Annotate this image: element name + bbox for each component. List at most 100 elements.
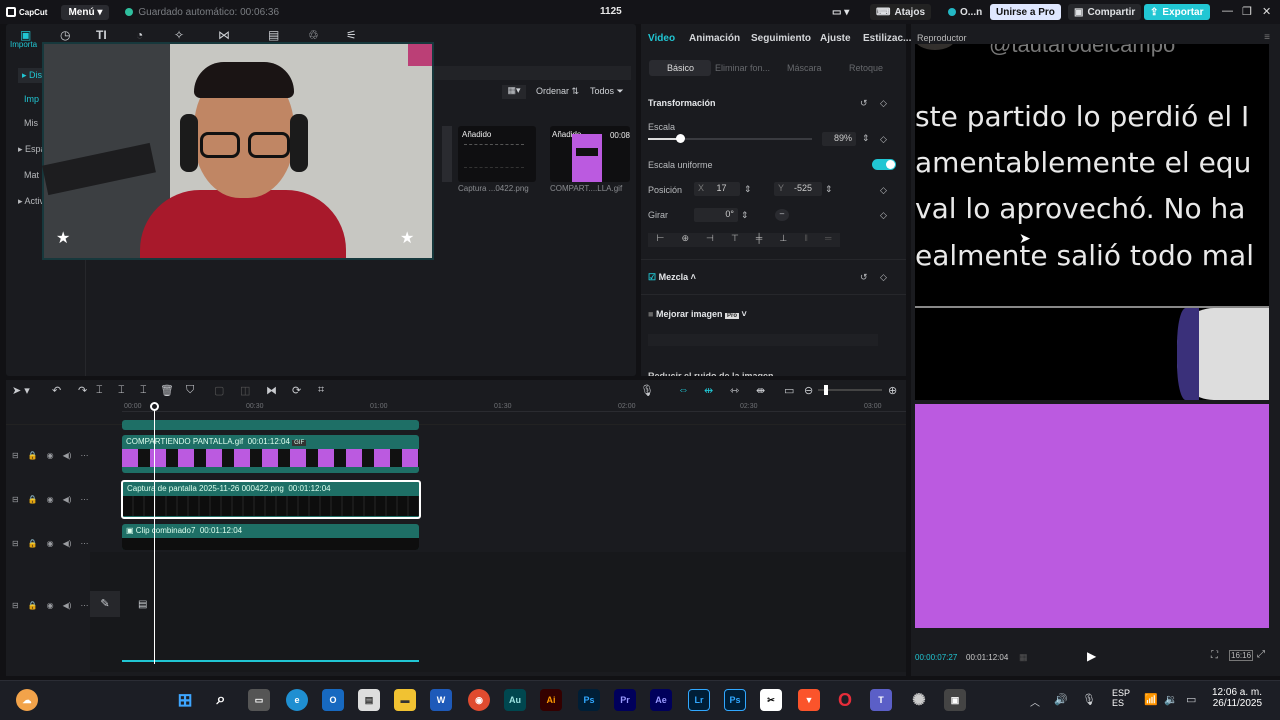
audio-tab-icon[interactable]: ◷ — [60, 28, 70, 42]
sort-button[interactable]: Ordenar ⇅ — [536, 86, 579, 97]
minimize-icon[interactable]: — — [1222, 5, 1233, 17]
language-indicator[interactable]: ESP ES — [1112, 688, 1130, 708]
reset-icon[interactable]: ↺ — [860, 272, 868, 283]
opera-icon[interactable]: O — [834, 689, 856, 711]
search-icon[interactable]: ⌕ — [210, 689, 232, 711]
keyframe-icon[interactable]: ◇ — [880, 272, 887, 283]
menu-button[interactable]: Menú ▾ — [61, 4, 110, 20]
stickers-tab-icon[interactable]: ◔ — [136, 28, 143, 42]
edit-cover-icon[interactable]: ✎ — [90, 591, 120, 617]
view-toggle-icon[interactable]: ▦▾ — [502, 85, 526, 99]
align-right-icon[interactable]: ⊣ — [706, 233, 714, 247]
track-toggle-icon[interactable]: ⊟ — [12, 495, 19, 504]
shortcuts-button[interactable]: ⌨ Atajos — [870, 4, 931, 20]
lock-icon[interactable]: 🔒 — [28, 539, 38, 548]
lock-icon[interactable]: 🔒 — [28, 495, 38, 504]
eye-icon[interactable]: ◉ — [47, 495, 54, 504]
filters-tab-icon[interactable]: ♲ — [308, 28, 319, 42]
align-center-icon[interactable]: ⊕ — [681, 233, 689, 247]
split-right-icon[interactable]: ⌶ — [140, 384, 147, 397]
reset-icon[interactable]: ↺ — [860, 98, 868, 109]
tray-chevron-icon[interactable]: ︿ — [1030, 694, 1040, 709]
timeline-clip-gif[interactable]: COMPARTIENDO PANTALLA.gif 00:01:12:04 GI… — [122, 435, 419, 473]
linkage-icon[interactable]: ⇿ — [730, 384, 739, 397]
close-icon[interactable]: ✕ — [1262, 5, 1271, 18]
teams-icon[interactable]: T — [870, 689, 892, 711]
tab-stylize[interactable]: Estilizac... — [863, 33, 911, 44]
rotate-field[interactable]: 0° — [694, 208, 738, 222]
subtab-mask[interactable]: Máscara — [787, 63, 822, 73]
stepper-icon[interactable]: ⇕ — [741, 210, 749, 221]
join-pro-button[interactable]: Unirse a Pro — [990, 4, 1061, 20]
undo-icon[interactable]: ↶ — [52, 384, 61, 397]
more-icon[interactable]: ⋯ — [80, 539, 88, 548]
preview-axis-icon[interactable]: ⇼ — [756, 384, 765, 397]
mic-icon[interactable]: 🎙 — [1082, 693, 1096, 706]
playhead-handle[interactable] — [150, 402, 159, 411]
more-icon[interactable]: ⋯ — [80, 495, 88, 504]
keyframe-icon[interactable]: ◇ — [880, 185, 887, 196]
fullscreen-icon[interactable]: ⤢ — [1257, 649, 1265, 660]
position-x-field[interactable]: X 17 — [694, 182, 740, 196]
stepper-icon[interactable]: ⇕ — [862, 133, 870, 144]
keyframe-icon[interactable]: ◇ — [880, 134, 887, 145]
freeze-icon[interactable]: ▢ — [214, 384, 224, 397]
eye-icon[interactable]: ◉ — [47, 601, 54, 610]
effects-tab-icon[interactable]: ✧ — [174, 28, 184, 42]
zoom-out-icon[interactable]: ⊖ — [804, 384, 813, 397]
sidebar-item-material[interactable]: Mat — [24, 170, 39, 180]
align-top-icon[interactable]: ⊤ — [731, 233, 739, 247]
media-thumb-gif[interactable]: Añadido 00:08 — [550, 126, 630, 182]
keyframe-icon[interactable]: ◇ — [880, 210, 887, 221]
adjust-tab-icon[interactable]: ⚟ — [346, 28, 357, 42]
redo-icon[interactable]: ↷ — [78, 384, 87, 397]
keyframe-icon[interactable]: ◇ — [880, 98, 887, 109]
zoom-slider[interactable] — [818, 385, 882, 395]
rotate-dial-icon[interactable]: – — [775, 209, 789, 221]
scale-slider[interactable] — [648, 134, 812, 143]
delete-icon[interactable]: 🗑 — [160, 384, 174, 397]
eye-icon[interactable]: ◉ — [47, 539, 54, 548]
maximize-icon[interactable]: ❐ — [1242, 5, 1252, 18]
checkbox-icon[interactable]: ☑ — [648, 272, 656, 282]
weather-icon[interactable]: ☁ — [16, 689, 38, 711]
split-left-icon[interactable]: ⌶ — [118, 384, 125, 397]
tab-video[interactable]: Video — [648, 33, 675, 44]
main-track-magnet-icon[interactable]: ⇔ — [678, 384, 689, 396]
text-tab-icon[interactable]: TI — [96, 28, 107, 42]
align-left-icon[interactable]: ⊢ — [657, 233, 665, 247]
folder-icon[interactable]: ▬ — [394, 689, 416, 711]
eye-icon[interactable]: ◉ — [47, 451, 54, 460]
lock-icon[interactable]: 🔒 — [28, 601, 38, 610]
mirror-icon[interactable]: ⧓ — [266, 384, 277, 397]
brave-icon[interactable]: ▼ — [798, 689, 820, 711]
word-icon[interactable]: W — [430, 689, 452, 711]
subtab-basic[interactable]: Básico — [667, 63, 694, 73]
lightroom-icon[interactable]: Lr — [688, 689, 710, 711]
track-toggle-icon[interactable]: ⊟ — [12, 539, 19, 548]
clock[interactable]: 12:06 a. m. 26/11/2025 — [1212, 687, 1262, 709]
noise-reduction-section[interactable]: Reducir el ruido de la imagen — [648, 367, 774, 376]
chrome-icon[interactable]: ◉ — [468, 689, 490, 711]
crop-icon[interactable]: ⌗ — [318, 384, 324, 397]
position-y-field[interactable]: Y -525 — [774, 182, 822, 196]
sidebar-item-assets[interactable]: ▸ Activ — [18, 196, 44, 207]
layout-icon[interactable]: ▭ ▾ — [826, 4, 855, 20]
premiere-icon[interactable]: Pr — [614, 689, 636, 711]
audio-icon[interactable]: ◀) — [63, 451, 72, 460]
subtab-remove-bg[interactable]: Eliminar fon... — [715, 63, 770, 73]
playhead[interactable] — [154, 406, 155, 664]
photoshop-icon[interactable]: Ps — [578, 689, 600, 711]
blend-section[interactable]: ☑ Mezcla ˄ — [648, 272, 696, 283]
speaker-icon[interactable]: 🔊 — [1054, 693, 1068, 706]
filter-button[interactable]: Todos ⏷ — [590, 86, 624, 97]
uniform-scale-toggle[interactable] — [872, 159, 896, 170]
subtab-retouch[interactable]: Retoque — [849, 63, 883, 73]
distribute-h-icon[interactable]: ‖ — [804, 233, 808, 247]
crop-icon[interactable]: ⛶ — [1211, 650, 1218, 661]
sidebar-item-mine[interactable]: Mis — [24, 118, 38, 128]
scale-value[interactable]: 89% — [822, 132, 856, 146]
outlook-icon[interactable]: O — [322, 689, 344, 711]
tab-tracking[interactable]: Seguimiento — [751, 33, 811, 44]
audition-icon[interactable]: Au — [504, 689, 526, 711]
